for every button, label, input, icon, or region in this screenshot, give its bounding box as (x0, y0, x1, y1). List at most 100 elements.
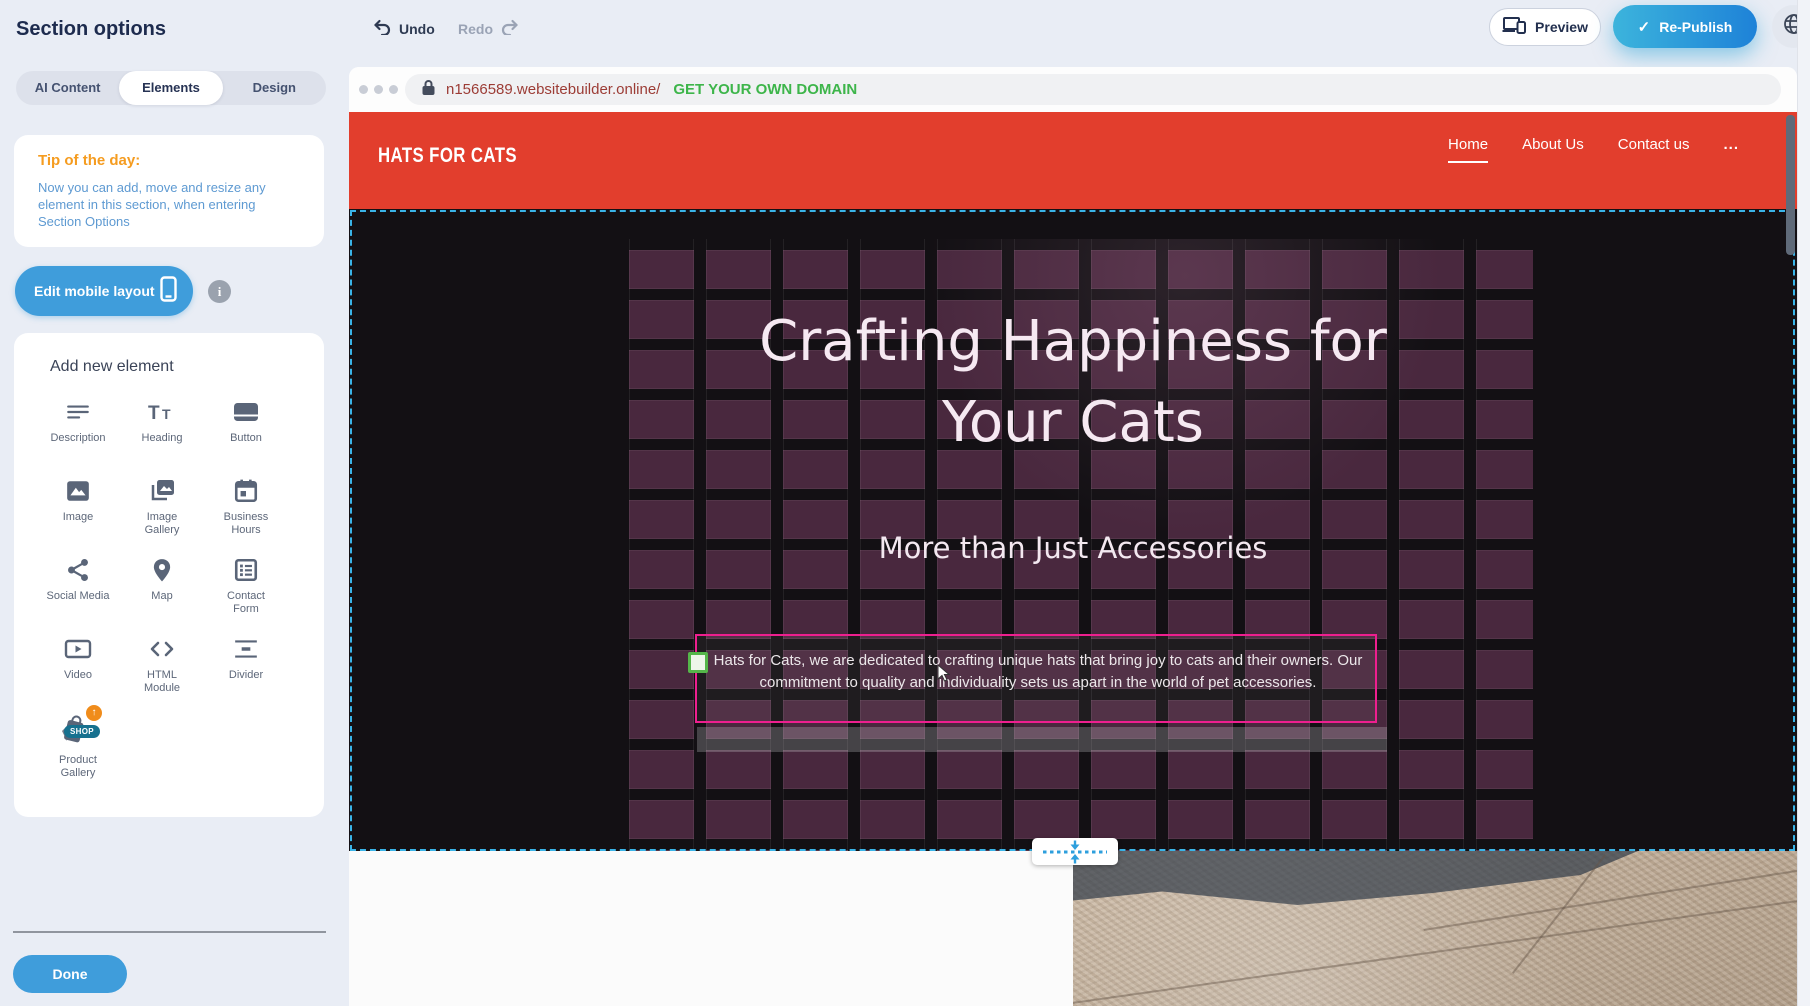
button-icon (232, 395, 260, 429)
upgrade-arrow-badge: ↑ (86, 705, 102, 721)
heading-icon: TT (147, 395, 177, 429)
element-item-product-gallery[interactable]: SHOP ↑ Product Gallery (36, 711, 120, 780)
element-item-html-module[interactable]: HTML Module (120, 632, 204, 698)
element-item-button[interactable]: Button (204, 395, 288, 461)
product-gallery-icon: SHOP ↑ (56, 711, 100, 751)
tile-grout-line (1073, 894, 1797, 1006)
element-item-label: Divider (229, 669, 263, 682)
panel-divider (13, 931, 326, 933)
tab-elements[interactable]: Elements (119, 71, 222, 105)
section-resize-handle[interactable] (1032, 838, 1118, 865)
site-nav: Home About Us Contact us ... (1448, 136, 1739, 163)
element-item-label: Map (151, 590, 172, 603)
tip-of-the-day-card: Tip of the day: Now you can add, move an… (14, 135, 324, 247)
hero-heading[interactable]: Crafting Happiness for Your Cats (693, 301, 1453, 463)
hero-section: Crafting Happiness for Your Cats More th… (349, 209, 1797, 851)
element-item-label: Video (64, 669, 92, 682)
element-item-map[interactable]: Map (120, 553, 204, 619)
html-module-icon (148, 632, 176, 666)
element-item-label: Button (230, 432, 262, 445)
element-item-image-gallery[interactable]: Image Gallery (120, 474, 204, 540)
redo-label: Redo (458, 21, 493, 37)
svg-text:T: T (148, 403, 160, 424)
devices-icon (1502, 15, 1527, 40)
redo-icon (500, 17, 520, 40)
republish-button[interactable]: ✓ Re-Publish (1613, 5, 1757, 48)
map-pin-icon (149, 553, 175, 587)
element-item-label: Description (50, 432, 105, 445)
tip-body: Now you can add, move and resize any ele… (38, 179, 300, 230)
nav-more-menu[interactable]: ... (1723, 136, 1739, 153)
check-icon: ✓ (1638, 18, 1651, 36)
element-bounds-band (697, 727, 1387, 752)
preview-button[interactable]: Preview (1489, 8, 1601, 46)
divider-icon (233, 632, 259, 666)
svg-text:T: T (162, 406, 171, 422)
element-item-social-media[interactable]: Social Media (36, 553, 120, 619)
browser-chrome-bar: n1566589.websitebuilder.online/ GET YOUR… (349, 67, 1797, 112)
element-item-business-hours[interactable]: Business Hours (204, 474, 288, 540)
lock-icon (421, 79, 436, 101)
social-media-icon (65, 553, 91, 587)
element-item-contact-form[interactable]: Contact Form (204, 553, 288, 619)
get-your-own-domain-link[interactable]: GET YOUR OWN DOMAIN (673, 81, 857, 98)
nav-item-about-us[interactable]: About Us (1522, 136, 1584, 161)
element-item-image[interactable]: Image (36, 474, 120, 540)
description-icon (65, 395, 91, 429)
panel-tabs: AI Content Elements Design (16, 71, 326, 105)
hero-paragraph[interactable]: Hats for Cats, we are dedicated to craft… (693, 650, 1383, 694)
preview-scrollbar-thumb[interactable] (1786, 115, 1795, 255)
tab-design[interactable]: Design (223, 71, 326, 105)
traffic-dots (359, 85, 398, 94)
video-icon (64, 632, 92, 666)
selected-text-element[interactable]: Hats for Cats, we are dedicated to craft… (695, 634, 1377, 723)
undo-icon (372, 17, 392, 40)
element-item-label: Heading (142, 432, 183, 445)
add-new-element-title: Add new element (50, 358, 174, 376)
shop-badge: SHOP (64, 725, 100, 738)
site-header: HATS FOR CATS Home About Us Contact us .… (349, 112, 1797, 209)
info-button[interactable]: i (208, 280, 231, 303)
page-title: Section options (16, 18, 166, 41)
site-preview-window: n1566589.websitebuilder.online/ GET YOUR… (349, 67, 1797, 1006)
element-item-label: Business Hours (219, 511, 273, 537)
redo-button[interactable]: Redo (458, 17, 520, 40)
tab-ai-content[interactable]: AI Content (16, 71, 119, 105)
page: { "panel": { "title": "Section options",… (0, 0, 1810, 1006)
element-item-video[interactable]: Video (36, 632, 120, 698)
image-icon (65, 474, 91, 508)
republish-label: Re-Publish (1659, 19, 1732, 35)
site-logo[interactable]: HATS FOR CATS (378, 144, 517, 168)
info-icon: i (218, 284, 222, 299)
hero-subheading[interactable]: More than Just Accessories (723, 531, 1423, 565)
element-item-label: Image (63, 511, 94, 524)
undo-button[interactable]: Undo (372, 17, 435, 40)
edit-mobile-layout-button[interactable]: Edit mobile layout (15, 266, 193, 316)
element-item-label: Social Media (47, 590, 110, 603)
floor-photo (1073, 851, 1797, 1006)
resize-arrows-icon (1040, 840, 1110, 864)
edit-mobile-layout-label: Edit mobile layout (34, 283, 160, 299)
element-item-label: Image Gallery (135, 511, 189, 537)
element-item-label: HTML Module (135, 669, 189, 695)
nav-item-home[interactable]: Home (1448, 136, 1488, 163)
next-section (349, 851, 1797, 1006)
nav-item-contact-us[interactable]: Contact us (1618, 136, 1690, 161)
add-new-element-card: Add new element Description TT Heading B… (14, 333, 324, 817)
element-item-description[interactable]: Description (36, 395, 120, 461)
element-item-divider[interactable]: Divider (204, 632, 288, 698)
element-grid: Description TT Heading Button Image Imag… (36, 395, 298, 780)
address-bar[interactable]: n1566589.websitebuilder.online/ GET YOUR… (405, 74, 1781, 105)
business-hours-icon (233, 474, 259, 508)
tip-title: Tip of the day: (38, 152, 140, 169)
element-item-label: Contact Form (219, 590, 273, 616)
element-item-heading[interactable]: TT Heading (120, 395, 204, 461)
undo-label: Undo (399, 21, 435, 37)
smartphone-icon (160, 276, 177, 307)
image-gallery-icon (148, 474, 176, 508)
page-scrollbar-track[interactable] (1797, 0, 1810, 1006)
element-item-label: Product Gallery (51, 754, 105, 780)
preview-label: Preview (1535, 19, 1588, 35)
done-button[interactable]: Done (13, 955, 127, 993)
site-url[interactable]: n1566589.websitebuilder.online/ (446, 81, 660, 98)
